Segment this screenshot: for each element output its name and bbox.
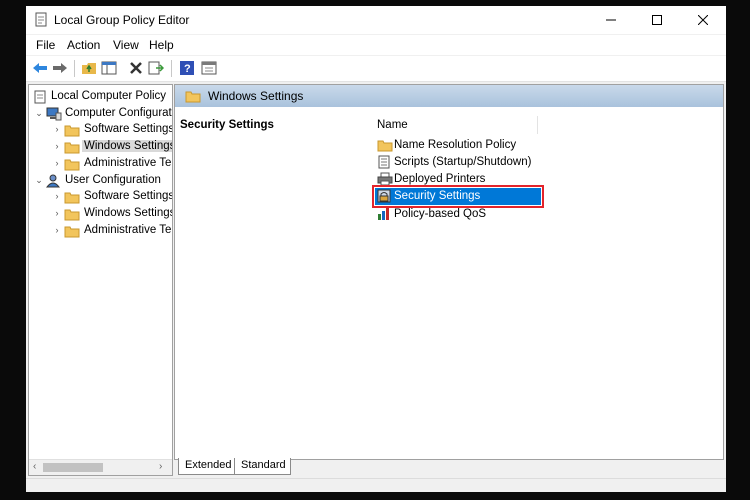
console-tree: Local Computer Policy ⌄ Computer Configu…	[28, 84, 173, 476]
help-icon: ?	[180, 61, 194, 75]
folder-icon	[64, 157, 80, 174]
title-bar: Local Group Policy Editor	[26, 6, 726, 34]
list-item-label: Deployed Printers	[394, 173, 486, 185]
tab-standard[interactable]: Standard	[234, 458, 291, 475]
close-button[interactable]	[680, 6, 726, 34]
minimize-icon	[606, 19, 616, 21]
back-button[interactable]	[30, 59, 50, 77]
window-title: Local Group Policy Editor	[54, 13, 190, 27]
folder-icon	[377, 138, 393, 155]
tree-node-label: Windows Settings	[84, 207, 173, 219]
help-button[interactable]: ?	[177, 59, 197, 77]
tab-extended[interactable]: Extended	[178, 458, 237, 475]
minimize-button[interactable]	[588, 6, 634, 34]
app-window: Local Group Policy Editor File Action Vi…	[26, 6, 726, 492]
tree-node-local-computer-policy[interactable]: Local Computer Policy	[31, 89, 171, 105]
back-icon	[33, 63, 47, 73]
expand-toggle[interactable]: ›	[52, 225, 62, 235]
folder-icon	[64, 190, 80, 207]
list-item-label: Policy-based QoS	[394, 208, 487, 220]
list-item-name-resolution-policy[interactable]: Name Resolution Policy	[375, 137, 541, 154]
list-item-label: Security Settings	[394, 190, 481, 202]
tree-horizontal-scrollbar[interactable]: ‹ ›	[29, 459, 172, 475]
tree-node-user-configuration[interactable]: ⌄ User Configuration	[34, 173, 172, 189]
menu-file[interactable]: File	[36, 38, 55, 52]
expand-toggle[interactable]: ›	[52, 191, 62, 201]
forward-icon	[53, 63, 67, 73]
scrollbar-thumb[interactable]	[43, 463, 103, 472]
expand-toggle[interactable]: ›	[52, 208, 62, 218]
tree-node-label: Administrative Te	[84, 224, 172, 236]
selected-item-title: Security Settings	[180, 119, 274, 131]
policy-editor-app-icon	[34, 12, 48, 30]
status-bar	[26, 478, 726, 492]
expand-toggle[interactable]: ›	[52, 158, 62, 168]
svg-text:?: ?	[184, 63, 191, 75]
list-item-label: Scripts (Startup/Shutdown)	[394, 156, 532, 168]
toolbar: ?	[26, 56, 726, 82]
tree-node-computer-configuration[interactable]: ⌄ Computer Configurati	[34, 106, 172, 122]
expand-toggle[interactable]: ›	[52, 141, 62, 151]
show-hide-console-tree-button[interactable]	[99, 59, 119, 77]
column-header-name[interactable]: Name	[377, 119, 537, 131]
folder-icon	[64, 140, 80, 157]
pane-header: Windows Settings	[175, 85, 723, 107]
expand-toggle[interactable]: ⌄	[34, 108, 44, 119]
tree-node-user-software-settings[interactable]: › Software Settings	[52, 189, 172, 205]
list-item-label: Name Resolution Policy	[394, 139, 517, 151]
list-item-security-settings[interactable]: Security Settings	[372, 185, 544, 208]
menu-bar: File Action View Help	[26, 35, 726, 55]
tree-node-label: Computer Configurati	[65, 107, 173, 119]
forward-button[interactable]	[50, 59, 70, 77]
column-divider[interactable]	[537, 116, 538, 134]
tree-node-label: Software Settings	[84, 123, 173, 135]
show-hide-tree-icon	[101, 61, 117, 75]
security-settings-icon	[377, 189, 391, 206]
list-item-deployed-printers[interactable]: Deployed Printers	[375, 171, 541, 188]
properties-icon	[201, 61, 217, 75]
folder-icon	[185, 89, 201, 106]
menu-view[interactable]: View	[113, 38, 139, 52]
tree-node-label: User Configuration	[65, 174, 161, 186]
tree-node-label: Windows Settings	[82, 140, 172, 152]
tree-node-user-administrative-templates[interactable]: › Administrative Te	[52, 223, 172, 239]
folder-icon	[64, 207, 80, 224]
up-folder-icon	[82, 63, 96, 74]
pane-header-title: Windows Settings	[208, 89, 304, 103]
menu-action[interactable]: Action	[67, 38, 100, 52]
tree-node-label: Administrative Te	[84, 157, 172, 169]
export-list-button[interactable]	[146, 59, 166, 77]
delete-icon	[130, 62, 142, 74]
delete-button[interactable]	[126, 59, 146, 77]
details-pane: Windows Settings Security Settings Name …	[174, 84, 724, 460]
maximize-button[interactable]	[634, 6, 680, 34]
export-list-icon	[148, 61, 164, 75]
menu-help[interactable]: Help	[149, 38, 174, 52]
scroll-left-arrow-icon[interactable]: ‹	[33, 461, 36, 472]
expand-toggle[interactable]: ⌄	[34, 175, 44, 186]
list-item-scripts[interactable]: Scripts (Startup/Shutdown)	[375, 154, 541, 171]
maximize-icon	[652, 15, 662, 25]
toolbar-separator	[74, 60, 75, 77]
folder-icon	[64, 123, 80, 140]
toolbar-separator	[171, 60, 172, 77]
view-tabs: Extended Standard	[174, 458, 724, 475]
tree-node-label: Software Settings	[84, 190, 173, 202]
properties-button[interactable]	[199, 59, 219, 77]
script-icon	[377, 155, 391, 172]
folder-icon	[64, 224, 80, 241]
close-icon	[698, 15, 708, 25]
scroll-right-arrow-icon[interactable]: ›	[159, 461, 162, 472]
list-item-policy-based-qos[interactable]: Policy-based QoS	[375, 206, 541, 223]
tree-node-administrative-templates[interactable]: › Administrative Te	[52, 156, 172, 172]
tree-node-software-settings[interactable]: › Software Settings	[52, 122, 172, 138]
tree-node-windows-settings[interactable]: › Windows Settings	[52, 139, 172, 155]
expand-toggle[interactable]: ›	[52, 124, 62, 134]
tree-node-user-windows-settings[interactable]: › Windows Settings	[52, 206, 172, 222]
qos-bar-chart-icon	[377, 207, 391, 224]
printer-icon	[377, 172, 393, 189]
tree-node-label: Local Computer Policy	[51, 90, 167, 102]
up-one-level-button[interactable]	[79, 59, 99, 77]
policy-document-icon	[33, 90, 47, 107]
